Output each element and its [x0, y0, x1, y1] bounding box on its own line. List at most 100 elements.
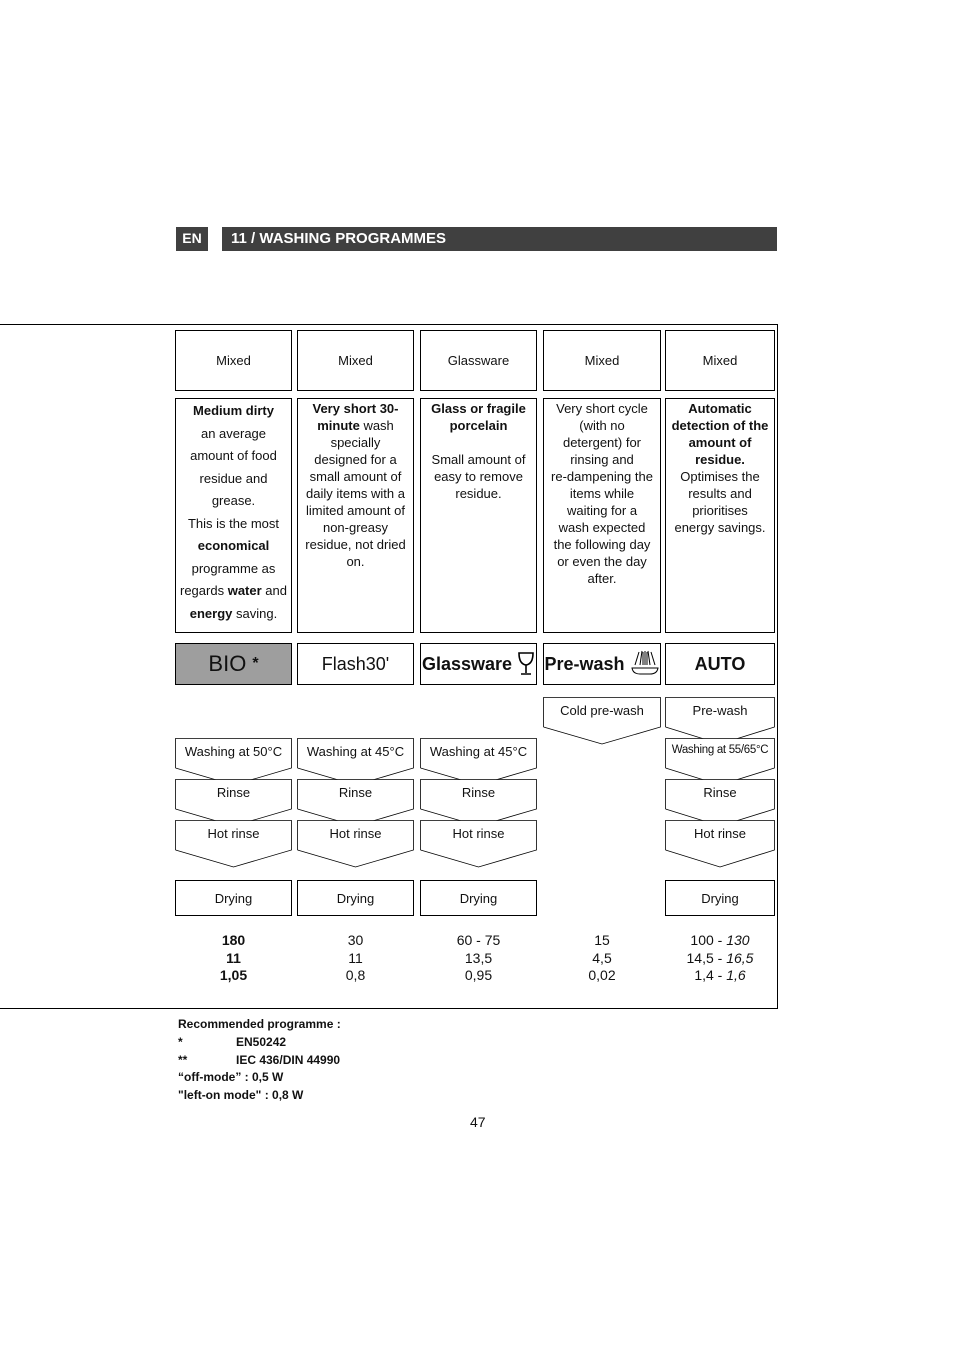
consumption-value: 11 [226, 949, 241, 966]
page-number: 47 [470, 1114, 486, 1130]
cycle-step: Hot rinse [665, 820, 775, 868]
load-type-cell: Mixed [665, 330, 775, 391]
drying-cell: Drying [297, 880, 414, 916]
consumption-value: 1,05 [219, 967, 248, 983]
consumption-value: 60 - 75 [456, 932, 501, 948]
cycle-step-label: Cold pre-wash [560, 703, 644, 718]
table-top-rule [0, 324, 778, 325]
description-cell: Automatic detection of the amount of res… [665, 398, 775, 633]
drying-cell: Drying [665, 880, 775, 916]
description-text: and [265, 583, 287, 598]
description-emphasis: Medium dirty [193, 403, 274, 418]
programme-label-0: BIO * [175, 643, 292, 685]
description-text: saving. [232, 605, 278, 621]
programme-label-4: AUTO [665, 643, 775, 685]
consumption-values: 180 11 1,05 [175, 932, 292, 985]
drying-cell: Drying [420, 880, 537, 916]
description-emphasis: energy [189, 605, 233, 621]
load-type-label: Mixed [584, 353, 620, 368]
description-emphasis: water [227, 583, 262, 598]
description-cell: Very short 30- minute wash specially des… [297, 398, 414, 633]
value-max: 1,6 [726, 967, 746, 983]
footnote-star1-mark: * [178, 1035, 183, 1049]
consumption-value: 1,4 - 1,6 [665, 967, 775, 985]
recommended-label: Recommended programme : [178, 1017, 341, 1031]
drying-label: Drying [214, 890, 253, 906]
cycle-step-label: Washing at 45°C [306, 744, 405, 759]
description-cell: Very short cycle (with no detergent) for… [543, 398, 661, 633]
cycle-step: Cold pre-wash [543, 697, 661, 745]
description-text: wash specially designed for a small amou… [305, 418, 406, 569]
programme-name: Glassware [421, 653, 513, 674]
cycle-step-label: Pre-wash [692, 703, 748, 718]
cycle-step-label: Hot rinse [207, 826, 260, 841]
off-mode-note: “off-mode” : 0,5 W [178, 1070, 284, 1084]
section-title: 11 / WASHING PROGRAMMES [222, 227, 777, 251]
programme-name: Pre-wash [544, 653, 625, 674]
drying-cell: Drying [175, 880, 292, 916]
programme-label-1: Flash30' [297, 643, 414, 685]
consumption-value: 0,02 [588, 967, 616, 983]
wine-glass-icon [517, 651, 535, 677]
consumption-value: 30 [347, 932, 364, 948]
programme-name: Flash30' [321, 653, 390, 674]
cycle-step: Hot rinse [175, 820, 292, 868]
recommended-mark: * [252, 655, 259, 672]
description-text: Optimises the results and prioritises en… [674, 469, 766, 535]
cycle-step-label: Hot rinse [329, 826, 382, 841]
consumption-values: 60 - 75 13,5 0,95 [420, 932, 537, 985]
load-type-cell: Mixed [175, 330, 292, 391]
consumption-value: 14,5 - 16,5 [665, 950, 775, 968]
programme-name: AUTO [694, 653, 746, 674]
footnote-star1-text: EN50242 [236, 1035, 287, 1049]
description-emphasis: Glass or fragile porcelain [431, 401, 526, 433]
value-min: 14,5 - [686, 949, 727, 966]
cycle-step-label: Washing at 55/65°C [671, 744, 769, 756]
load-type-label: Mixed [216, 353, 251, 368]
drying-label: Drying [701, 890, 739, 906]
description-cell: Medium dirty an average amount of food r… [175, 398, 292, 633]
value-max: 130 [726, 932, 750, 948]
footnote-star2-mark: ** [178, 1053, 188, 1067]
consumption-value: 0,95 [464, 967, 493, 983]
drying-label: Drying [459, 890, 498, 906]
language-tab: EN [176, 227, 208, 251]
cycle-step-label: Washing at 50°C [184, 744, 283, 759]
footnote-star2-text: IEC 436/DIN 44990 [236, 1053, 341, 1067]
load-type-cell: Glassware [420, 330, 537, 391]
value-max: 16,5 [726, 949, 754, 966]
description-text: Very short cycle (with no detergent) for… [551, 401, 653, 586]
consumption-value: 4,5 [592, 949, 612, 966]
cycle-step: Hot rinse [297, 820, 414, 868]
load-type-cell: Mixed [543, 330, 661, 391]
cycle-step-label: Rinse [338, 785, 373, 800]
description-emphasis: Automatic detection of the amount of res… [671, 401, 769, 467]
consumption-values: 100 - 130 14,5 - 16,5 1,4 - 1,6 [665, 932, 775, 985]
cycle-step-label: Rinse [216, 785, 251, 800]
load-type-label: Glassware [447, 353, 510, 368]
cycle-step-label: Hot rinse [452, 826, 505, 841]
cycle-step-label: Rinse [703, 785, 737, 800]
value-min: 1,4 - [694, 967, 727, 983]
load-type-label: Mixed [702, 353, 738, 368]
cycle-step: Hot rinse [420, 820, 537, 868]
consumption-value: 15 [594, 932, 610, 948]
consumption-value: 180 [221, 932, 246, 948]
description-emphasis: economical [197, 538, 270, 553]
consumption-value: 13,5 [464, 949, 493, 966]
consumption-values: 30 11 0,8 [297, 932, 414, 985]
consumption-value: 100 - 130 [665, 932, 775, 950]
consumption-value: 11 [348, 949, 363, 966]
table-bottom-rule [0, 1008, 778, 1009]
programme-label-3: Pre-wash [543, 643, 661, 685]
description-text: an average amount of food residue and gr… [187, 425, 280, 531]
load-type-cell: Mixed [297, 330, 414, 391]
left-on-mode-note: "left-on mode" : 0,8 W [178, 1088, 304, 1102]
value-min: 100 - [690, 932, 727, 948]
cycle-step-label: Rinse [461, 785, 496, 800]
programme-label-2: Glassware [420, 643, 537, 685]
table-right-rule [777, 324, 778, 1009]
cycle-step-label: Washing at 45°C [429, 744, 528, 759]
programme-name: BIO [208, 651, 247, 676]
description-cell: Glass or fragile porcelain Small amount … [420, 398, 537, 633]
